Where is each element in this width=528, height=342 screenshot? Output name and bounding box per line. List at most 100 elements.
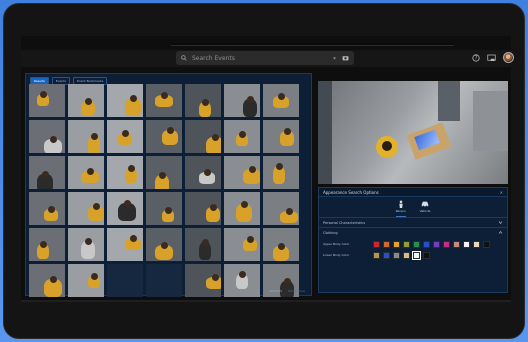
thumbnail-person-head (159, 172, 166, 179)
thumbnail-person-head (161, 92, 168, 99)
result-thumbnail[interactable] (29, 120, 65, 153)
thumbnail-person-head (40, 91, 47, 98)
color-swatch[interactable] (383, 252, 390, 259)
close-icon[interactable]: ✕ (500, 190, 503, 195)
appearance-search-title: Appearance Search Options (323, 189, 379, 195)
result-thumbnail[interactable] (107, 156, 143, 189)
results-label: RESULTS (269, 289, 283, 293)
thumbnail-person-head (284, 128, 291, 135)
result-thumbnail[interactable] (263, 120, 299, 153)
thumbnail-person-head (278, 243, 285, 250)
color-swatch[interactable] (403, 252, 410, 259)
result-thumbnail[interactable] (263, 84, 299, 117)
result-thumbnail[interactable] (185, 120, 221, 153)
result-thumbnail[interactable] (146, 120, 182, 153)
result-thumbnail[interactable] (263, 192, 299, 225)
thumbnail-person-head (124, 200, 131, 207)
section-clothing[interactable]: Clothing (319, 227, 507, 237)
result-thumbnail[interactable] (224, 228, 260, 261)
color-swatch[interactable] (453, 241, 460, 248)
result-thumbnail[interactable] (224, 192, 260, 225)
result-thumbnail[interactable] (224, 84, 260, 117)
result-thumbnail[interactable] (107, 264, 143, 297)
color-swatch[interactable] (373, 241, 380, 248)
result-thumbnail[interactable] (107, 84, 143, 117)
result-thumbnail[interactable] (146, 228, 182, 261)
result-thumbnail[interactable] (107, 192, 143, 225)
result-thumbnail[interactable] (185, 228, 221, 261)
section-clothing-label: Clothing (323, 230, 338, 235)
avatar[interactable] (503, 52, 514, 63)
color-swatch[interactable] (433, 241, 440, 248)
result-thumbnail[interactable] (263, 228, 299, 261)
result-thumbnail[interactable] (29, 156, 65, 189)
chevron-up-icon (498, 230, 503, 234)
result-thumbnail[interactable] (29, 264, 65, 297)
object-type-person[interactable]: Person (395, 200, 406, 217)
result-thumbnail[interactable] (68, 156, 104, 189)
search-icon (181, 55, 187, 61)
show-more-link[interactable]: Show more (288, 289, 305, 293)
result-thumbnail[interactable] (68, 120, 104, 153)
result-thumbnail[interactable] (29, 228, 65, 261)
color-swatch[interactable] (473, 241, 480, 248)
result-thumbnail[interactable] (68, 84, 104, 117)
search-bar[interactable]: Search Events (176, 51, 354, 65)
color-swatch[interactable] (483, 241, 490, 248)
result-thumbnail[interactable] (185, 156, 221, 189)
thumbnail-person-head (130, 95, 137, 102)
section-personal-characteristics[interactable]: Personal Characteristics (319, 217, 507, 227)
result-thumbnail[interactable] (107, 120, 143, 153)
person-icon (399, 200, 403, 208)
color-swatch[interactable] (423, 252, 430, 259)
result-thumbnail[interactable] (224, 264, 260, 297)
color-swatch[interactable] (412, 251, 421, 260)
color-swatch[interactable] (413, 241, 420, 248)
color-swatch[interactable] (373, 252, 380, 259)
result-thumbnail[interactable] (107, 228, 143, 261)
result-thumbnail[interactable] (29, 84, 65, 117)
thumbnail-person-head (239, 271, 246, 278)
thumbnail-person-head (212, 274, 219, 281)
thumbnail-person-head (48, 206, 55, 213)
color-swatch[interactable] (423, 241, 430, 248)
panel-more-link[interactable]: ··· (305, 76, 308, 80)
color-swatch[interactable] (393, 241, 400, 248)
chevron-down-icon[interactable] (332, 56, 337, 61)
thumbnail-person-head (91, 273, 98, 280)
result-thumbnail[interactable] (68, 228, 104, 261)
result-thumbnail[interactable] (146, 156, 182, 189)
appearance-search-panel: Appearance Search Options ✕ Person Vehic… (318, 187, 508, 293)
color-swatch[interactable] (383, 241, 390, 248)
result-thumbnail[interactable] (185, 264, 221, 297)
thumbnail-person-head (278, 93, 285, 100)
result-thumbnail[interactable] (68, 264, 104, 297)
camera-scene-pillar (318, 81, 332, 184)
camera-search-icon[interactable] (342, 55, 349, 61)
result-thumbnail[interactable] (146, 84, 182, 117)
search-input[interactable]: Search Events (192, 55, 327, 62)
result-thumbnail[interactable] (146, 192, 182, 225)
result-thumbnail[interactable] (185, 192, 221, 225)
thumbnail-person-head (50, 276, 57, 283)
result-thumbnail[interactable] (263, 156, 299, 189)
result-thumbnail[interactable] (68, 192, 104, 225)
result-thumbnail[interactable] (29, 192, 65, 225)
result-thumbnail[interactable] (224, 156, 260, 189)
result-thumbnail[interactable] (224, 120, 260, 153)
object-type-vehicle[interactable]: Vehicle (420, 200, 430, 217)
thumbnail-person-head (210, 204, 217, 211)
color-swatch[interactable] (463, 241, 470, 248)
display-icon[interactable] (487, 54, 496, 62)
result-thumbnail[interactable] (185, 84, 221, 117)
result-thumbnail[interactable] (146, 264, 182, 297)
thumbnail-person-head (40, 241, 47, 248)
camera-view[interactable] (318, 81, 508, 184)
camera-scene-person-head (382, 141, 392, 151)
color-swatch[interactable] (403, 241, 410, 248)
help-icon[interactable]: ? (472, 53, 480, 62)
color-swatch[interactable] (443, 241, 450, 248)
color-swatch[interactable] (393, 252, 400, 259)
thumbnail-person-head (249, 166, 256, 173)
thumbnail-person-head (93, 203, 100, 210)
